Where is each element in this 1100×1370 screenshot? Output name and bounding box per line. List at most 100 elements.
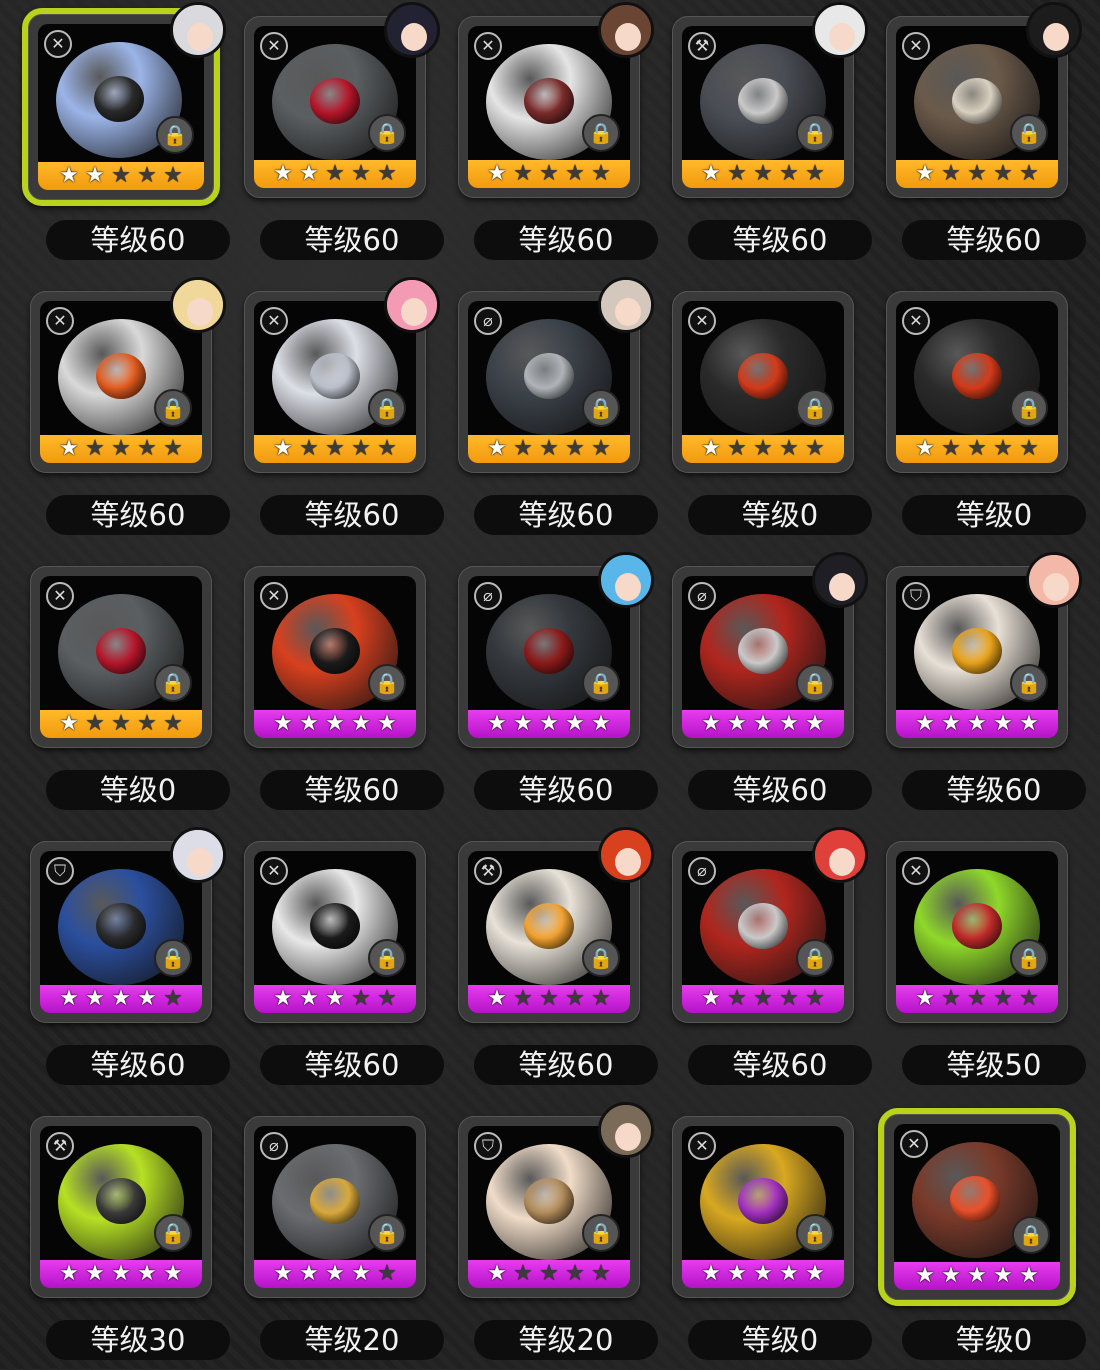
lock-icon[interactable]: 🔒 (154, 939, 192, 977)
vehicle-item[interactable]: ⌀ 🔒 ★ ★ ★ ★ ★ 等级60 (664, 552, 872, 820)
star-empty-icon: ★ (993, 986, 1013, 1011)
lock-icon[interactable]: 🔒 (796, 1214, 834, 1252)
vehicle-core (738, 1178, 788, 1224)
vehicle-item[interactable]: ⚒ 🔒 ★ ★ ★ ★ ★ 等级60 (664, 2, 872, 270)
vehicle-item[interactable]: ⚒ 🔒 ★ ★ ★ ★ ★ 等级60 (450, 827, 658, 1095)
class-type-icon: ⚒ (46, 1132, 74, 1160)
star-rating: ★ ★ ★ ★ ★ (254, 435, 416, 463)
vehicle-item[interactable]: ⛉ 🔒 ★ ★ ★ ★ ★ 等级60 (22, 827, 230, 1095)
vehicle-item[interactable]: ⌀ 🔒 ★ ★ ★ ★ ★ 等级60 (664, 827, 872, 1095)
lock-icon[interactable]: 🔒 (156, 116, 194, 154)
vehicle-card[interactable]: ✕ 🔒 ★ ★ ★ ★ ★ (672, 291, 854, 473)
vehicle-item[interactable]: ✕ 🔒 ★ ★ ★ ★ ★ 等级0 (878, 283, 1086, 545)
star-filled-icon: ★ (111, 986, 131, 1011)
vehicle-item[interactable]: ⌀ 🔒 ★ ★ ★ ★ ★ 等级60 (450, 277, 658, 545)
star-rating: ★ ★ ★ ★ ★ (682, 160, 844, 188)
vehicle-card[interactable]: ✕ 🔒 ★ ★ ★ ★ ★ (244, 841, 426, 1023)
vehicle-item[interactable]: ✕ 🔒 ★ ★ ★ ★ ★ 等级60 (236, 2, 444, 270)
star-empty-icon: ★ (351, 436, 371, 461)
vehicle-card[interactable]: ⌀ 🔒 ★ ★ ★ ★ ★ (244, 1116, 426, 1298)
pilot-avatar (598, 277, 654, 333)
vehicle-item[interactable]: ✕ 🔒 ★ ★ ★ ★ ★ 等级0 (664, 1108, 872, 1370)
vehicle-card[interactable]: ✕ 🔒 ★ ★ ★ ★ ★ (244, 566, 426, 748)
vehicle-card[interactable]: ✕ 🔒 ★ ★ ★ ★ ★ (30, 566, 212, 748)
vehicle-item[interactable]: ✕ 🔒 ★ ★ ★ ★ ★ 等级60 (236, 558, 444, 820)
star-empty-icon: ★ (941, 161, 961, 186)
lock-icon[interactable]: 🔒 (796, 114, 834, 152)
vehicle-item[interactable]: ⛉ 🔒 ★ ★ ★ ★ ★ 等级60 (878, 552, 1086, 820)
vehicle-card[interactable]: ✕ 🔒 ★ ★ ★ ★ ★ (672, 1116, 854, 1298)
vehicle-item[interactable]: ⚒ 🔒 ★ ★ ★ ★ ★ 等级30 (22, 1108, 230, 1370)
vehicle-item[interactable]: ✕ 🔒 ★ ★ ★ ★ ★ 等级60 (236, 833, 444, 1095)
vehicle-item[interactable]: ✕ 🔒 ★ ★ ★ ★ ★ 等级60 (236, 277, 444, 545)
star-empty-icon: ★ (805, 986, 825, 1011)
lock-icon[interactable]: 🔒 (368, 1214, 406, 1252)
lock-icon[interactable]: 🔒 (1010, 939, 1048, 977)
star-empty-icon: ★ (539, 986, 559, 1011)
star-empty-icon: ★ (565, 1261, 585, 1286)
lock-icon[interactable]: 🔒 (154, 1214, 192, 1252)
star-filled-icon: ★ (487, 436, 507, 461)
lock-icon[interactable]: 🔒 (796, 664, 834, 702)
star-filled-icon: ★ (915, 161, 935, 186)
lock-icon[interactable]: 🔒 (582, 114, 620, 152)
lock-icon[interactable]: 🔒 (796, 939, 834, 977)
lock-icon[interactable]: 🔒 (1010, 389, 1048, 427)
lock-icon[interactable]: 🔒 (368, 389, 406, 427)
vehicle-portrait: ⌀ 🔒 ★ ★ ★ ★ ★ (682, 851, 844, 1013)
star-empty-icon: ★ (1019, 436, 1039, 461)
lock-icon[interactable]: 🔒 (368, 939, 406, 977)
lock-icon[interactable]: 🔒 (582, 664, 620, 702)
lock-icon[interactable]: 🔒 (1010, 664, 1048, 702)
avatar-face (1043, 573, 1069, 601)
star-filled-icon: ★ (487, 711, 507, 736)
class-type-icon: ✕ (688, 307, 716, 335)
vehicle-portrait: ⛉ 🔒 ★ ★ ★ ★ ★ (896, 576, 1058, 738)
star-empty-icon: ★ (163, 163, 183, 188)
star-rating: ★ ★ ★ ★ ★ (468, 160, 630, 188)
level-label: 等级60 (260, 770, 444, 810)
level-label: 等级60 (46, 1045, 230, 1085)
pilot-avatar (598, 552, 654, 608)
vehicle-core (310, 353, 360, 399)
lock-icon[interactable]: 🔒 (582, 939, 620, 977)
lock-icon[interactable]: 🔒 (1012, 1216, 1050, 1254)
vehicle-core (950, 1176, 1000, 1222)
vehicle-item[interactable]: ✕ 🔒 ★ ★ ★ ★ ★ 等级50 (878, 833, 1086, 1095)
vehicle-portrait: ⚒ 🔒 ★ ★ ★ ★ ★ (682, 26, 844, 188)
vehicle-card[interactable]: ✕ 🔒 ★ ★ ★ ★ ★ (886, 841, 1068, 1023)
star-filled-icon: ★ (1019, 711, 1039, 736)
lock-icon[interactable]: 🔒 (368, 114, 406, 152)
lock-icon[interactable]: 🔒 (582, 389, 620, 427)
star-rating: ★ ★ ★ ★ ★ (896, 985, 1058, 1013)
lock-icon[interactable]: 🔒 (796, 389, 834, 427)
star-filled-icon: ★ (539, 711, 559, 736)
vehicle-item[interactable]: ⛉ 🔒 ★ ★ ★ ★ ★ 等级20 (450, 1102, 658, 1370)
lock-icon[interactable]: 🔒 (582, 1214, 620, 1252)
vehicle-item[interactable]: ✕ 🔒 ★ ★ ★ ★ ★ 等级60 (22, 2, 230, 270)
class-type-icon: ⌀ (688, 857, 716, 885)
vehicle-item[interactable]: ✕ 🔒 ★ ★ ★ ★ ★ 等级60 (450, 2, 658, 270)
vehicle-card[interactable]: ⚒ 🔒 ★ ★ ★ ★ ★ (30, 1116, 212, 1298)
lock-icon[interactable]: 🔒 (368, 664, 406, 702)
vehicle-portrait: ✕ 🔒 ★ ★ ★ ★ ★ (40, 301, 202, 463)
vehicle-item[interactable]: ✕ 🔒 ★ ★ ★ ★ ★ 等级60 (878, 2, 1086, 270)
vehicle-card-selected[interactable]: ✕ 🔒 ★ ★ ★ ★ ★ (878, 1108, 1076, 1306)
star-rating: ★ ★ ★ ★ ★ (896, 710, 1058, 738)
lock-icon[interactable]: 🔒 (154, 664, 192, 702)
star-empty-icon: ★ (85, 711, 105, 736)
vehicle-item[interactable]: ✕ 🔒 ★ ★ ★ ★ ★ 等级0 (878, 1108, 1086, 1370)
star-empty-icon: ★ (779, 986, 799, 1011)
star-filled-icon: ★ (993, 711, 1013, 736)
vehicle-item[interactable]: ⌀ 🔒 ★ ★ ★ ★ ★ 等级60 (450, 552, 658, 820)
lock-icon[interactable]: 🔒 (1010, 114, 1048, 152)
vehicle-item[interactable]: ⌀ 🔒 ★ ★ ★ ★ ★ 等级20 (236, 1108, 444, 1370)
vehicle-item[interactable]: ✕ 🔒 ★ ★ ★ ★ ★ 等级60 (22, 277, 230, 545)
star-filled-icon: ★ (487, 986, 507, 1011)
lock-icon[interactable]: 🔒 (154, 389, 192, 427)
vehicle-card[interactable]: ✕ 🔒 ★ ★ ★ ★ ★ (886, 291, 1068, 473)
vehicle-item[interactable]: ✕ 🔒 ★ ★ ★ ★ ★ 等级0 (22, 558, 230, 820)
vehicle-item[interactable]: ✕ 🔒 ★ ★ ★ ★ ★ 等级0 (664, 283, 872, 545)
vehicle-portrait: ⌀ 🔒 ★ ★ ★ ★ ★ (468, 301, 630, 463)
class-type-icon: ✕ (260, 582, 288, 610)
